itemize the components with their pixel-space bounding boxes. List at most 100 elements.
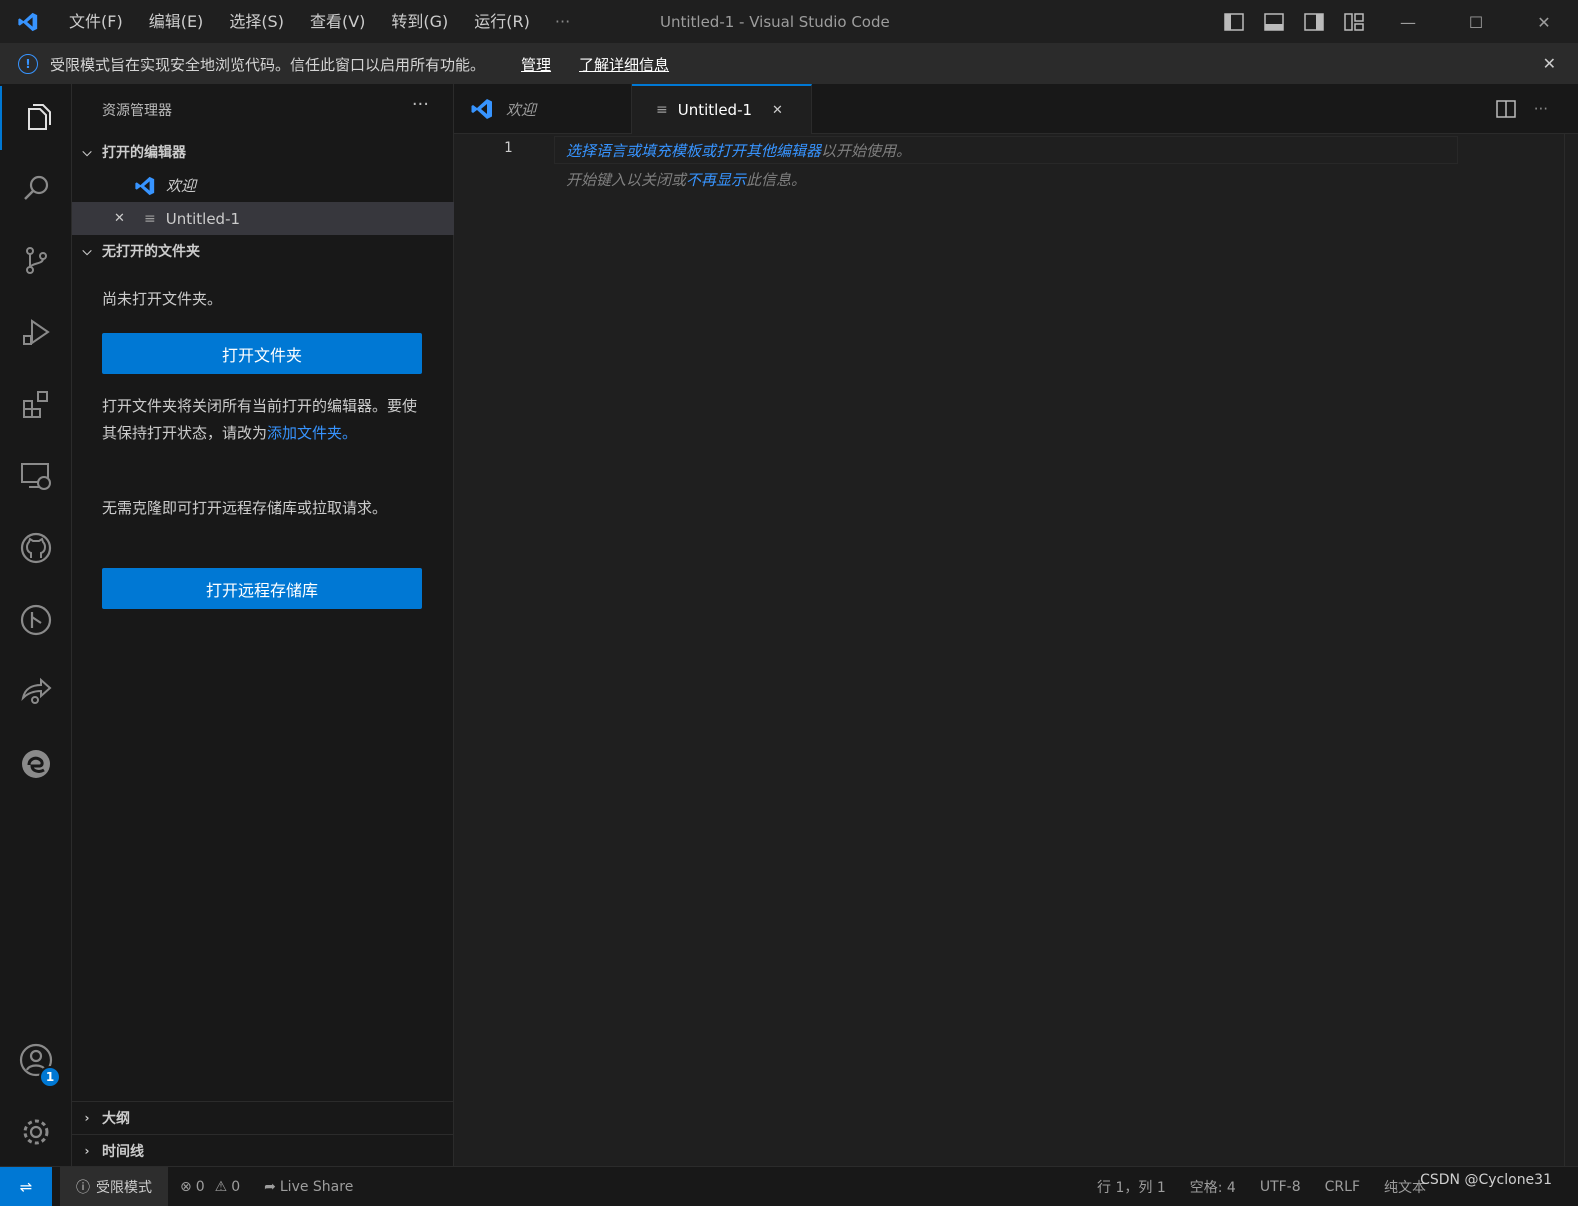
remote-repo-info: 无需克隆即可打开远程存储库或拉取请求。 bbox=[102, 499, 388, 517]
menu-more-button[interactable]: ··· bbox=[543, 12, 582, 31]
gitlens-icon[interactable] bbox=[0, 588, 72, 652]
explorer-sidebar: 资源管理器 ··· ⌵ 打开的编辑器 欢迎 ✕ ≡ Untitled-1 ⌵ 无… bbox=[72, 84, 454, 1166]
encoding-status[interactable]: UTF-8 bbox=[1248, 1179, 1313, 1195]
text-file-icon: ≡ bbox=[656, 102, 668, 118]
tab-welcome-label: 欢迎 bbox=[506, 100, 537, 119]
settings-gear-icon[interactable] bbox=[0, 1100, 72, 1164]
live-share-icon[interactable] bbox=[0, 660, 72, 724]
window-title: Untitled-1 - Visual Studio Code bbox=[660, 13, 890, 31]
minimize-button[interactable]: — bbox=[1374, 0, 1442, 44]
hint-line-1-text: 以开始使用。 bbox=[821, 142, 912, 160]
open-editor-untitled[interactable]: ✕ ≡ Untitled-1 bbox=[72, 202, 454, 235]
status-bar: ⇌ ⓘ 受限模式 ⊗ 0 ⚠ 0 ➦ Live Share 行 1，列 1 空格… bbox=[0, 1166, 1578, 1206]
timeline-label: 时间线 bbox=[102, 1144, 144, 1160]
info-icon: ! bbox=[18, 54, 38, 74]
live-share-status[interactable]: ➦ Live Share bbox=[252, 1179, 365, 1195]
chevron-right-icon: › bbox=[84, 1144, 90, 1158]
open-editors-header[interactable]: ⌵ 打开的编辑器 bbox=[72, 136, 454, 168]
text-file-icon: ≡ bbox=[144, 210, 156, 227]
accounts-icon[interactable]: 1 bbox=[0, 1028, 72, 1092]
menu-file[interactable]: 文件(F) bbox=[56, 0, 136, 44]
hint-line-2-pre: 开始键入以关闭或 bbox=[566, 171, 687, 189]
run-debug-icon[interactable] bbox=[0, 300, 72, 364]
add-folder-link[interactable]: 添加文件夹。 bbox=[267, 424, 357, 442]
banner-text: 受限模式旨在实现安全地浏览代码。信任此窗口以启用所有功能。 bbox=[50, 55, 486, 74]
open-folder-button[interactable]: 打开文件夹 bbox=[102, 333, 422, 374]
open-editor-welcome-label: 欢迎 bbox=[166, 177, 197, 195]
menu-edit[interactable]: 编辑(E) bbox=[136, 0, 217, 44]
explorer-icon[interactable] bbox=[0, 86, 72, 150]
editor-scrollbar[interactable] bbox=[1564, 134, 1578, 1166]
split-editor-icon[interactable] bbox=[1495, 100, 1516, 118]
warning-icon: ⚠ bbox=[214, 1178, 228, 1195]
remote-indicator-button[interactable]: ⇌ bbox=[0, 1166, 52, 1206]
indentation-status[interactable]: 空格: 4 bbox=[1178, 1177, 1248, 1197]
restricted-mode-label: 受限模式 bbox=[96, 1179, 152, 1196]
extensions-icon[interactable] bbox=[0, 372, 72, 436]
hint-line-2-post: 此信息。 bbox=[746, 171, 807, 189]
outline-section-header[interactable]: › 大纲 bbox=[72, 1101, 454, 1134]
sidebar-title: 资源管理器 bbox=[102, 103, 172, 119]
menu-go[interactable]: 转到(G) bbox=[378, 0, 461, 44]
source-control-icon[interactable] bbox=[0, 228, 72, 292]
tab-untitled-label: Untitled-1 bbox=[677, 101, 753, 119]
outline-label: 大纲 bbox=[102, 1111, 130, 1127]
no-folder-label: 无打开的文件夹 bbox=[102, 244, 200, 260]
editor-hint-line-2: 开始键入以关闭或不再显示此信息。 bbox=[566, 169, 806, 190]
open-editor-untitled-label: Untitled-1 bbox=[165, 209, 241, 228]
banner-learn-more-link[interactable]: 了解详细信息 bbox=[579, 54, 669, 75]
open-folder-info: 打开文件夹将关闭所有当前打开的编辑器。要使其保持打开状态，请改为添加文件夹。 bbox=[102, 393, 422, 447]
customize-layout-icon[interactable] bbox=[1334, 0, 1374, 44]
no-folder-message: 尚未打开文件夹。 bbox=[102, 290, 223, 308]
dont-show-again-link[interactable]: 不再显示 bbox=[686, 171, 746, 189]
close-window-button[interactable]: ✕ bbox=[1510, 0, 1578, 44]
problems-status[interactable]: ⊗ 0 ⚠ 0 bbox=[168, 1179, 252, 1195]
menu-bar: 文件(F) 编辑(E) 选择(S) 查看(V) 转到(G) 运行(R) ··· bbox=[56, 0, 582, 44]
close-icon[interactable]: ✕ bbox=[114, 211, 128, 226]
chevron-down-icon: ⌵ bbox=[82, 144, 92, 159]
no-folder-header[interactable]: ⌵ 无打开的文件夹 bbox=[72, 235, 454, 267]
watermark-text: CSDN @Cyclone31 bbox=[1420, 1172, 1552, 1188]
github-icon[interactable] bbox=[0, 516, 72, 580]
vscode-logo-icon bbox=[470, 97, 494, 121]
toggle-primary-sidebar-icon[interactable] bbox=[1214, 0, 1254, 44]
open-editor-welcome[interactable]: 欢迎 bbox=[72, 169, 454, 202]
activity-bar: 1 bbox=[0, 84, 72, 1166]
tab-close-button[interactable]: ✕ bbox=[772, 103, 783, 118]
banner-manage-link[interactable]: 管理 bbox=[521, 54, 551, 75]
warning-count: 0 bbox=[231, 1178, 241, 1195]
toggle-panel-icon[interactable] bbox=[1254, 0, 1294, 44]
live-share-icon: ➦ bbox=[264, 1178, 276, 1195]
open-editors-label: 打开的编辑器 bbox=[102, 145, 186, 161]
select-language-link[interactable]: 选择语言或填充模板或打开其他编辑器 bbox=[566, 142, 821, 160]
editor-tabs: 欢迎 ≡ Untitled-1 ✕ ··· bbox=[454, 84, 1578, 134]
title-bar: 文件(F) 编辑(E) 选择(S) 查看(V) 转到(G) 运行(R) ··· … bbox=[0, 0, 1578, 44]
error-count: 0 bbox=[195, 1178, 205, 1195]
tab-welcome[interactable]: 欢迎 bbox=[454, 84, 632, 134]
live-share-label: Live Share bbox=[279, 1178, 354, 1195]
restricted-mode-banner: ! 受限模式旨在实现安全地浏览代码。信任此窗口以启用所有功能。 管理 了解详细信… bbox=[0, 44, 1578, 84]
tab-untitled[interactable]: ≡ Untitled-1 ✕ bbox=[632, 84, 812, 134]
remote-explorer-icon[interactable] bbox=[0, 444, 72, 508]
banner-close-button[interactable]: ✕ bbox=[1543, 44, 1556, 84]
sidebar-more-button[interactable]: ··· bbox=[412, 94, 429, 115]
menu-view[interactable]: 查看(V) bbox=[297, 0, 378, 44]
search-icon[interactable] bbox=[0, 156, 72, 220]
vscode-logo-icon bbox=[134, 175, 156, 197]
accounts-badge: 1 bbox=[39, 1066, 61, 1088]
timeline-section-header[interactable]: › 时间线 bbox=[72, 1134, 454, 1167]
info-icon: ⓘ bbox=[76, 1179, 90, 1196]
toggle-secondary-sidebar-icon[interactable] bbox=[1294, 0, 1334, 44]
restricted-mode-status[interactable]: ⓘ 受限模式 bbox=[60, 1166, 168, 1206]
editor-more-actions-button[interactable]: ··· bbox=[1534, 100, 1548, 118]
maximize-button[interactable]: ☐ bbox=[1442, 0, 1510, 44]
menu-run[interactable]: 运行(R) bbox=[461, 0, 543, 44]
menu-selection[interactable]: 选择(S) bbox=[216, 0, 297, 44]
open-remote-repo-button[interactable]: 打开远程存储库 bbox=[102, 568, 422, 609]
eol-status[interactable]: CRLF bbox=[1313, 1179, 1372, 1195]
cursor-position[interactable]: 行 1，列 1 bbox=[1085, 1177, 1178, 1197]
edge-devtools-icon[interactable] bbox=[0, 732, 72, 796]
chevron-right-icon: › bbox=[84, 1111, 90, 1125]
open-folder-info-text: 打开文件夹将关闭所有当前打开的编辑器。要使其保持打开状态，请改为 bbox=[102, 397, 418, 442]
editor-area[interactable]: 1 选择语言或填充模板或打开其他编辑器以开始使用。 开始键入以关闭或不再显示此信… bbox=[454, 134, 1564, 1166]
